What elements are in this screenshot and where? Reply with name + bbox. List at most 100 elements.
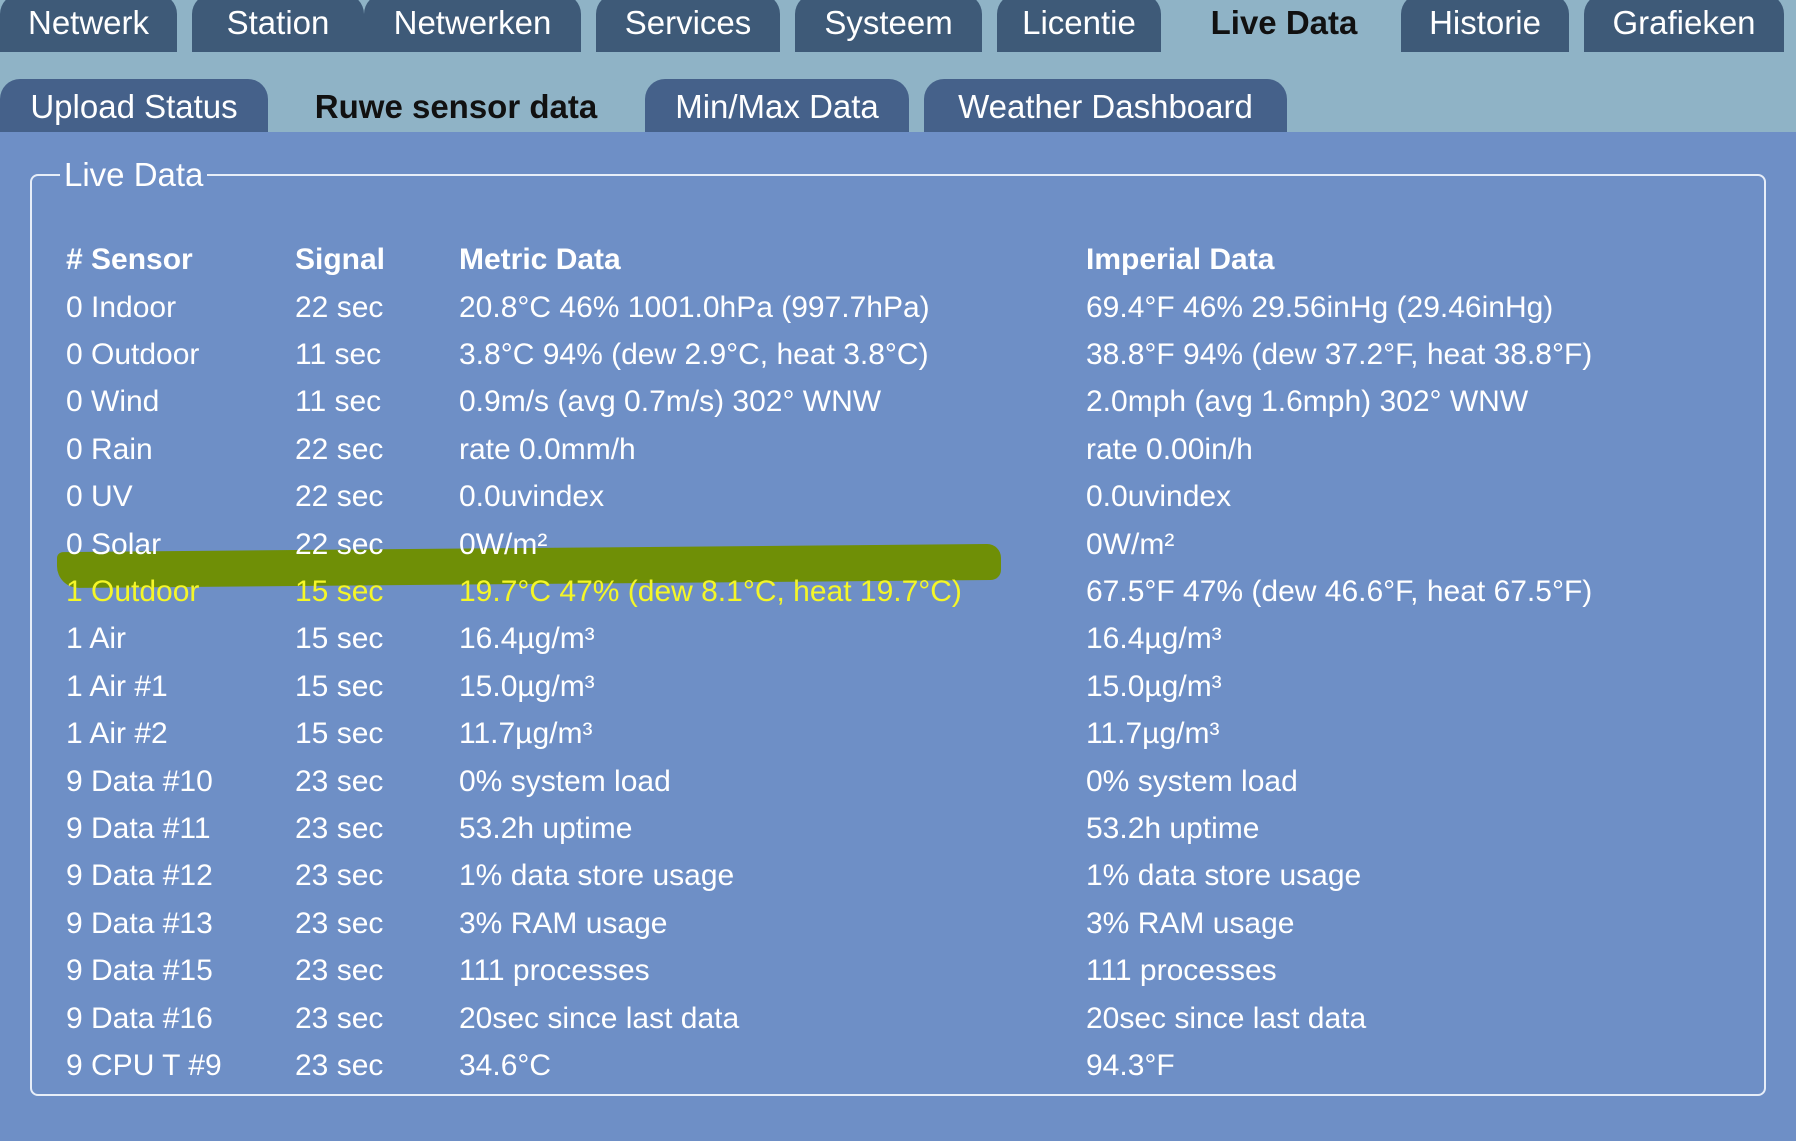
cell-metric: 19.7°C 47% (dew 8.1°C, heat 19.7°C)	[459, 575, 962, 609]
table-row: 0 UV 22 sec 0.0uvindex 0.0uvindex	[66, 474, 1686, 521]
tab-services[interactable]: Services	[596, 0, 780, 52]
cell-metric: 34.6°C	[459, 1048, 552, 1082]
tab-upload-status[interactable]: Upload Status	[0, 79, 268, 132]
tab-ruwe-sensor-data[interactable]: Ruwe sensor data	[283, 79, 629, 132]
table-row: 0 Indoor 22 sec 20.8°C 46% 1001.0hPa (99…	[66, 284, 1686, 331]
cell-signal: 23 sec	[295, 859, 384, 893]
cell-imperial: 16.4µg/m³	[1086, 622, 1222, 656]
cell-signal: 15 sec	[295, 669, 384, 703]
table-row: 0 Rain 22 sec rate 0.0mm/h rate 0.00in/h	[66, 426, 1686, 473]
cell-imperial: 3% RAM usage	[1086, 906, 1295, 940]
cell-metric: 15.0µg/m³	[459, 669, 595, 703]
cell-sensor: 9 Data #11	[66, 811, 211, 845]
cell-signal: 23 sec	[295, 1001, 384, 1035]
table-row: 0 Solar 22 sec 0W/m² 0W/m²	[66, 521, 1686, 568]
cell-imperial: 15.0µg/m³	[1086, 669, 1222, 703]
tab-grafieken[interactable]: Grafieken	[1584, 0, 1784, 52]
cell-metric: 20.8°C 46% 1001.0hPa (997.7hPa)	[459, 290, 930, 324]
cell-sensor: 0 UV	[66, 480, 133, 514]
cell-imperial: 0W/m²	[1086, 527, 1175, 561]
cell-metric: 53.2h uptime	[459, 811, 633, 845]
cell-metric: 3.8°C 94% (dew 2.9°C, heat 3.8°C)	[459, 338, 929, 372]
cell-metric: 0.9m/s (avg 0.7m/s) 302° WNW	[459, 385, 882, 419]
table-row: 9 Data #10 23 sec 0% system load 0% syst…	[66, 758, 1686, 805]
panel-legend: Live Data	[64, 156, 204, 193]
cell-metric: 20sec since last data	[459, 1001, 740, 1035]
main-tab-bar: Netwerk Station Netwerken Services Syste…	[0, 0, 1796, 54]
table-row: 1 Air #1 15 sec 15.0µg/m³ 15.0µg/m³	[66, 663, 1686, 710]
cell-signal: 23 sec	[295, 764, 384, 798]
cell-metric: 0W/m²	[459, 527, 548, 561]
cell-signal: 22 sec	[295, 527, 384, 561]
table-row: 9 Data #11 23 sec 53.2h uptime 53.2h upt…	[66, 805, 1686, 852]
cell-metric: 11.7µg/m³	[459, 717, 593, 751]
cell-imperial: 111 processes	[1086, 954, 1277, 988]
cell-imperial: 11.7µg/m³	[1086, 717, 1220, 751]
cell-metric: 3% RAM usage	[459, 906, 668, 940]
cell-metric: 111 processes	[459, 954, 650, 988]
cell-sensor: 9 CPU T #9	[66, 1048, 222, 1082]
cell-metric: 16.4µg/m³	[459, 622, 595, 656]
content-area: Live Data # Sensor Signal Metric Data Im…	[0, 132, 1796, 1141]
cell-imperial: 2.0mph (avg 1.6mph) 302° WNW	[1086, 385, 1529, 419]
table-header-row: # Sensor Signal Metric Data Imperial Dat…	[66, 236, 1686, 284]
tab-min-max-data[interactable]: Min/Max Data	[645, 79, 909, 132]
table-row: 9 Data #16 23 sec 20sec since last data …	[66, 995, 1686, 1042]
cell-sensor: 1 Air	[66, 622, 127, 656]
cell-signal: 23 sec	[295, 906, 384, 940]
cell-metric: rate 0.0mm/h	[459, 432, 636, 466]
cell-imperial: 38.8°F 94% (dew 37.2°F, heat 38.8°F)	[1086, 338, 1593, 372]
live-data-page: Netwerk Station Netwerken Services Syste…	[0, 0, 1796, 1141]
cell-signal: 22 sec	[295, 432, 384, 466]
tab-licentie[interactable]: Licentie	[997, 0, 1161, 52]
tab-netwerken[interactable]: Netwerken	[364, 0, 581, 52]
cell-imperial: 0.0uvindex	[1086, 480, 1232, 514]
cell-imperial: 53.2h uptime	[1086, 811, 1260, 845]
table-row: 1 Air 15 sec 16.4µg/m³ 16.4µg/m³	[66, 616, 1686, 663]
cell-sensor: 0 Wind	[66, 385, 160, 419]
table-row: 1 Air #2 15 sec 11.7µg/m³ 11.7µg/m³	[66, 711, 1686, 758]
cell-signal: 15 sec	[295, 622, 384, 656]
cell-imperial: 0% system load	[1086, 764, 1298, 798]
table-row: 0 Outdoor 11 sec 3.8°C 94% (dew 2.9°C, h…	[66, 331, 1686, 378]
tab-historie[interactable]: Historie	[1401, 0, 1569, 52]
tab-netwerk[interactable]: Netwerk	[0, 0, 177, 52]
cell-imperial: 94.3°F	[1086, 1048, 1175, 1082]
cell-sensor: 0 Rain	[66, 432, 153, 466]
tab-live-data[interactable]: Live Data	[1181, 0, 1387, 54]
cell-sensor: 9 Data #10	[66, 764, 213, 798]
tab-weather-dashboard[interactable]: Weather Dashboard	[924, 79, 1287, 132]
cell-signal: 11 sec	[295, 338, 382, 372]
cell-sensor: 1 Air #2	[66, 717, 168, 751]
cell-imperial: 69.4°F 46% 29.56inHg (29.46inHg)	[1086, 290, 1554, 324]
cell-metric: 0% system load	[459, 764, 671, 798]
table-row: 9 Data #12 23 sec 1% data store usage 1%…	[66, 853, 1686, 900]
cell-signal: 22 sec	[295, 290, 384, 324]
cell-sensor: 0 Solar	[66, 527, 162, 561]
header-metric: Metric Data	[459, 243, 621, 276]
cell-sensor: 9 Data #13	[66, 906, 213, 940]
cell-imperial: 67.5°F 47% (dew 46.6°F, heat 67.5°F)	[1086, 575, 1593, 609]
cell-metric: 1% data store usage	[459, 859, 735, 893]
cell-sensor: 1 Outdoor	[66, 575, 200, 609]
header-sensor: # Sensor	[66, 243, 193, 276]
sensor-table: # Sensor Signal Metric Data Imperial Dat…	[66, 236, 1686, 1090]
table-row: 9 CPU T #9 23 sec 34.6°C 94.3°F	[66, 1042, 1686, 1089]
cell-signal: 23 sec	[295, 811, 384, 845]
cell-imperial: 1% data store usage	[1086, 859, 1362, 893]
header-imperial: Imperial Data	[1086, 243, 1275, 276]
cell-signal: 22 sec	[295, 480, 384, 514]
cell-signal: 11 sec	[295, 385, 382, 419]
cell-signal: 23 sec	[295, 1048, 384, 1082]
cell-metric: 0.0uvindex	[459, 480, 605, 514]
cell-sensor: 9 Data #16	[66, 1001, 213, 1035]
tab-station[interactable]: Station	[192, 0, 364, 52]
cell-imperial: 20sec since last data	[1086, 1001, 1367, 1035]
cell-signal: 23 sec	[295, 954, 384, 988]
cell-signal: 15 sec	[295, 717, 384, 751]
tab-systeem[interactable]: Systeem	[795, 0, 982, 52]
cell-sensor: 9 Data #12	[66, 859, 213, 893]
cell-sensor: 0 Outdoor	[66, 338, 200, 372]
table-row: 0 Wind 11 sec 0.9m/s (avg 0.7m/s) 302° W…	[66, 379, 1686, 426]
cell-signal: 15 sec	[295, 575, 384, 609]
